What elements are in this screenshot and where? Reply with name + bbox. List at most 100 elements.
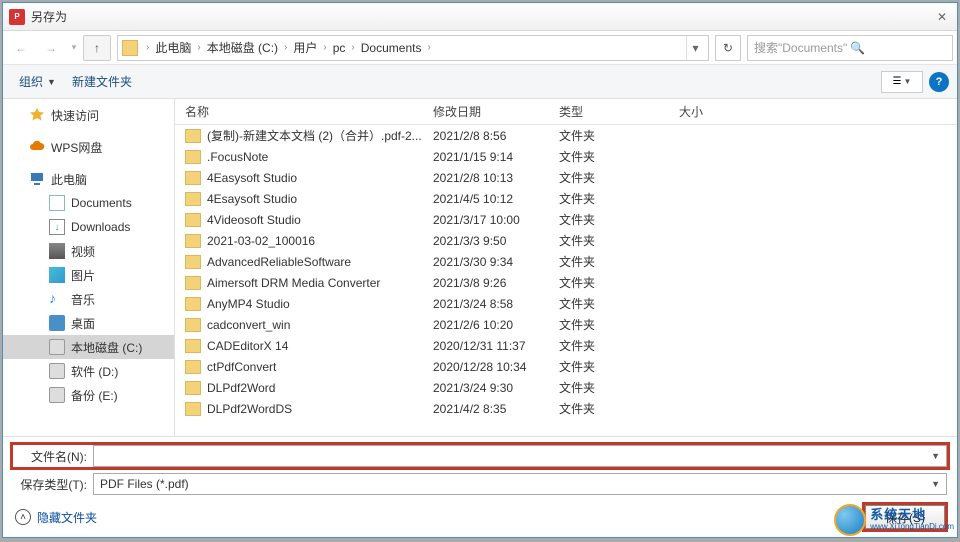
sidebar-item-desktop[interactable]: 桌面 xyxy=(3,311,174,335)
sidebar-item-music[interactable]: ♪音乐 xyxy=(3,287,174,311)
chevron-down-icon[interactable]: ▼ xyxy=(931,479,940,489)
new-folder-button[interactable]: 新建文件夹 xyxy=(64,70,140,93)
file-row[interactable]: AnyMP4 Studio2021/3/24 8:58文件夹 xyxy=(175,293,957,314)
sidebar-quick-access[interactable]: 快速访问 xyxy=(3,103,174,127)
sidebar-wps[interactable]: WPS网盘 xyxy=(3,135,174,159)
folder-icon xyxy=(185,129,201,143)
col-name[interactable]: 名称 xyxy=(175,103,433,120)
file-row[interactable]: CADEditorX 142020/12/31 11:37文件夹 xyxy=(175,335,957,356)
refresh-button[interactable]: ↻ xyxy=(715,35,741,61)
app-icon: P xyxy=(9,9,25,25)
col-size[interactable]: 大小 xyxy=(679,103,957,120)
file-row[interactable]: cadconvert_win2021/2/6 10:20文件夹 xyxy=(175,314,957,335)
file-row[interactable]: AdvancedReliableSoftware2021/3/30 9:34文件… xyxy=(175,251,957,272)
toolbar: 组织▼ 新建文件夹 ☰▼ ? xyxy=(3,65,957,99)
chevron-right-icon: › xyxy=(142,42,153,53)
folder-icon xyxy=(185,339,201,353)
drive-icon xyxy=(49,387,65,403)
sidebar-item-drive-d[interactable]: 软件 (D:) xyxy=(3,359,174,383)
document-icon xyxy=(49,195,65,211)
folder-icon xyxy=(185,255,201,269)
folder-icon xyxy=(122,40,138,56)
folder-icon xyxy=(185,150,201,164)
filetype-label: 保存类型(T): xyxy=(13,476,93,493)
file-header: 名称 修改日期 类型 大小 xyxy=(175,99,957,125)
save-button[interactable]: 保存(S) xyxy=(865,505,945,529)
cloud-icon xyxy=(29,139,45,155)
bottom-panel: 文件名(N): ▼ 保存类型(T): PDF Files (*.pdf)▼ ˄ … xyxy=(3,436,957,537)
search-placeholder: 搜索"Documents" xyxy=(754,39,850,56)
forward-button: → xyxy=(37,35,65,61)
chevron-right-icon: › xyxy=(280,42,291,53)
sidebar-item-downloads[interactable]: ↓Downloads xyxy=(3,215,174,239)
file-row[interactable]: (复制)-新建文本文档 (2)（合并）.pdf-2...2021/2/8 8:5… xyxy=(175,125,957,146)
breadcrumb-item[interactable]: 此电脑 xyxy=(153,39,193,56)
file-row[interactable]: 4Videosoft Studio2021/3/17 10:00文件夹 xyxy=(175,209,957,230)
chevron-up-icon: ˄ xyxy=(15,509,31,525)
file-row[interactable]: DLPdf2Word2021/3/24 9:30文件夹 xyxy=(175,377,957,398)
folder-icon xyxy=(185,171,201,185)
breadcrumb[interactable]: › 此电脑 › 本地磁盘 (C:) › 用户 › pc › Documents … xyxy=(117,35,709,61)
file-row[interactable]: .FocusNote2021/1/15 9:14文件夹 xyxy=(175,146,957,167)
filetype-select[interactable]: PDF Files (*.pdf)▼ xyxy=(93,473,947,495)
pc-icon xyxy=(29,171,45,187)
footer: ˄ 隐藏文件夹 保存(S) xyxy=(13,505,947,531)
sidebar-item-videos[interactable]: 视频 xyxy=(3,239,174,263)
breadcrumb-item[interactable]: 用户 xyxy=(291,39,319,56)
folder-icon xyxy=(185,213,201,227)
sidebar-thispc[interactable]: 此电脑 xyxy=(3,167,174,191)
filename-label: 文件名(N): xyxy=(13,448,93,465)
breadcrumb-item[interactable]: 本地磁盘 (C:) xyxy=(205,39,280,56)
chevron-right-icon: › xyxy=(193,42,204,53)
organize-button[interactable]: 组织▼ xyxy=(11,70,64,93)
back-button[interactable]: ← xyxy=(7,35,35,61)
breadcrumb-item[interactable]: Documents xyxy=(359,41,424,55)
file-row[interactable]: 4Esaysoft Studio2021/4/5 10:12文件夹 xyxy=(175,188,957,209)
folder-icon xyxy=(185,402,201,416)
folder-icon xyxy=(185,318,201,332)
file-row[interactable]: ctPdfConvert2020/12/28 10:34文件夹 xyxy=(175,356,957,377)
sidebar-item-documents[interactable]: Documents xyxy=(3,191,174,215)
hide-folders-toggle[interactable]: ˄ 隐藏文件夹 xyxy=(15,509,97,526)
download-icon: ↓ xyxy=(49,219,65,235)
search-input[interactable]: 搜索"Documents" 🔍 xyxy=(747,35,953,61)
help-button[interactable]: ? xyxy=(929,72,949,92)
picture-icon xyxy=(49,267,65,283)
file-row[interactable]: DLPdf2WordDS2021/4/2 8:35文件夹 xyxy=(175,398,957,419)
sidebar-item-drive-e[interactable]: 备份 (E:) xyxy=(3,383,174,407)
breadcrumb-dropdown[interactable]: ▾ xyxy=(686,36,704,60)
folder-icon xyxy=(185,192,201,206)
search-icon: 🔍 xyxy=(850,41,946,55)
folder-icon xyxy=(185,381,201,395)
close-icon[interactable]: ✕ xyxy=(933,8,951,26)
desktop-icon xyxy=(49,315,65,331)
col-type[interactable]: 类型 xyxy=(559,103,679,120)
file-row[interactable]: 2021-03-02_1000162021/3/3 9:50文件夹 xyxy=(175,230,957,251)
col-date[interactable]: 修改日期 xyxy=(433,103,559,120)
titlebar: P 另存为 ✕ xyxy=(3,3,957,31)
file-list[interactable]: (复制)-新建文本文档 (2)（合并）.pdf-2...2021/2/8 8:5… xyxy=(175,125,957,436)
chevron-right-icon: › xyxy=(319,42,330,53)
chevron-right-icon: › xyxy=(423,42,434,53)
folder-icon xyxy=(185,276,201,290)
body: 快速访问 WPS网盘 此电脑 Documents ↓Downloads 视频 图… xyxy=(3,99,957,436)
view-mode-button[interactable]: ☰▼ xyxy=(881,71,923,93)
video-icon xyxy=(49,243,65,259)
navbar: ← → ▾ ↑ › 此电脑 › 本地磁盘 (C:) › 用户 › pc › Do… xyxy=(3,31,957,65)
up-button[interactable]: ↑ xyxy=(83,35,111,61)
folder-icon xyxy=(185,360,201,374)
filename-row: 文件名(N): ▼ xyxy=(13,445,947,467)
dialog-title: 另存为 xyxy=(31,8,933,25)
file-row[interactable]: Aimersoft DRM Media Converter2021/3/8 9:… xyxy=(175,272,957,293)
file-row[interactable]: 4Easysoft Studio2021/2/8 10:13文件夹 xyxy=(175,167,957,188)
chevron-down-icon[interactable]: ▼ xyxy=(931,451,940,461)
sidebar-item-drive-c[interactable]: 本地磁盘 (C:) xyxy=(3,335,174,359)
breadcrumb-item[interactable]: pc xyxy=(331,41,348,55)
music-icon: ♪ xyxy=(49,291,65,307)
chevron-right-icon: › xyxy=(347,42,358,53)
recent-dropdown[interactable]: ▾ xyxy=(67,35,81,61)
filename-input[interactable]: ▼ xyxy=(93,445,947,467)
drive-icon xyxy=(49,363,65,379)
sidebar-item-pictures[interactable]: 图片 xyxy=(3,263,174,287)
filetype-row: 保存类型(T): PDF Files (*.pdf)▼ xyxy=(13,473,947,495)
